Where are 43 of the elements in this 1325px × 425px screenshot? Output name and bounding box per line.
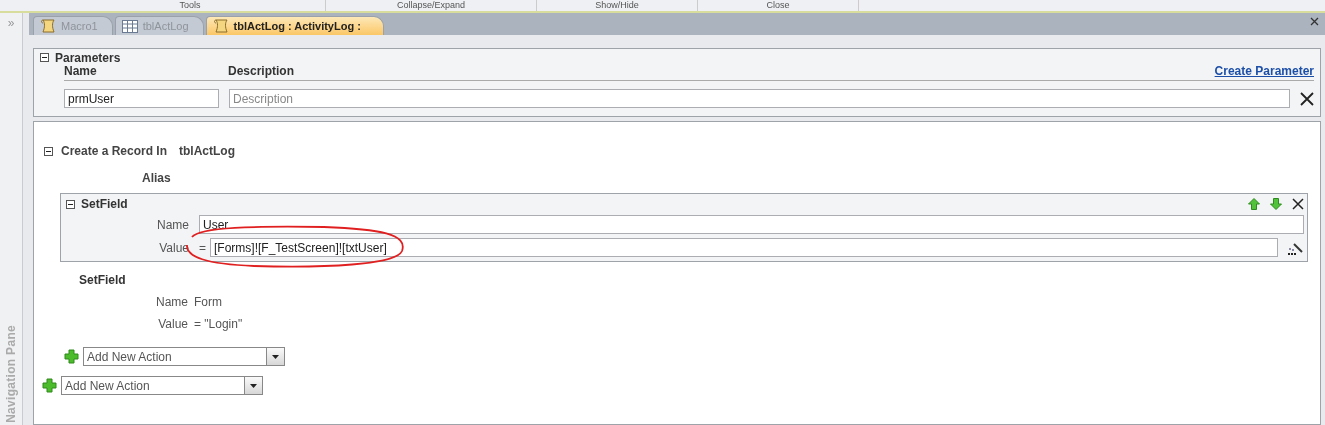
field-label: Alias — [142, 171, 172, 185]
move-down-icon[interactable] — [1270, 198, 1282, 210]
delete-icon[interactable] — [1300, 91, 1314, 106]
field-label: Name — [155, 295, 189, 309]
collapse-icon[interactable] — [66, 199, 75, 209]
close-icon[interactable] — [1310, 17, 1319, 26]
collapse-icon[interactable] — [44, 146, 53, 156]
equals-sign: = — [199, 240, 206, 255]
delete-icon[interactable] — [1292, 198, 1304, 210]
field-value: Form — [194, 295, 222, 309]
field-label: Value — [157, 317, 189, 331]
plus-icon[interactable] — [42, 378, 57, 393]
collapse-icon[interactable] — [40, 53, 49, 62]
value-field[interactable]: User — [199, 215, 1304, 234]
field-value: = "Login" — [194, 317, 243, 331]
navigation-pane-label: Navigation Pane — [4, 325, 18, 423]
plus-icon[interactable] — [64, 349, 79, 364]
description-field[interactable]: Description — [229, 89, 1290, 108]
ribbon-group-label: Close — [698, 0, 859, 11]
block-title: Create a Record In — [61, 144, 168, 158]
move-up-icon[interactable] — [1248, 198, 1260, 210]
scroll-icon — [40, 19, 56, 33]
document-tab[interactable]: tblActLog : ActivityLog : — [205, 16, 384, 35]
section-title: Parameters — [55, 50, 121, 65]
table-name: tblActLog — [179, 144, 236, 158]
caret-icon — [272, 354, 279, 359]
table-icon — [121, 19, 138, 33]
caret-icon — [250, 383, 257, 388]
name-field[interactable]: prmUser — [64, 89, 219, 108]
ribbon-group-label: Collapse/Expand — [326, 0, 537, 11]
ribbon-group-label: Show/Hide — [537, 0, 698, 11]
action-title: SetField — [81, 197, 128, 211]
value-field[interactable]: [Forms]![F_TestScreen]![txtUser] — [210, 238, 1278, 257]
scroll-icon — [212, 19, 229, 33]
column-header: Name — [64, 64, 98, 78]
column-header: Description — [228, 64, 295, 78]
ribbon-group-label: Tools — [55, 0, 326, 11]
field-label: Name — [156, 217, 190, 232]
add-action-dropdown[interactable]: Add New Action — [83, 347, 285, 366]
add-action-dropdown[interactable]: Add New Action — [61, 376, 263, 395]
action-item[interactable]: SetField Name Form Value = "Login" — [60, 270, 1308, 335]
action-title: SetField — [79, 273, 126, 287]
create-parameter-link[interactable]: Create Parameter — [1214, 64, 1314, 78]
